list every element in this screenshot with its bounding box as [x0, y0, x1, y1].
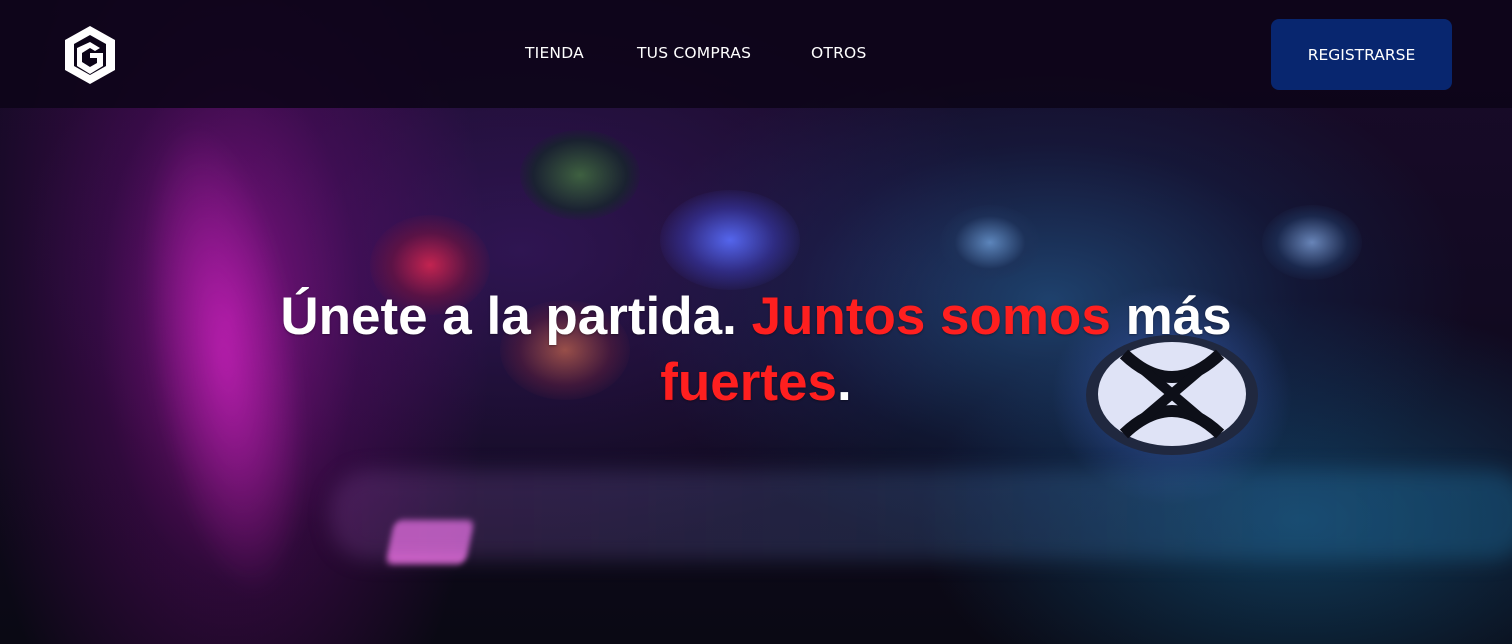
nav-link-tienda[interactable]: TIENDA [525, 44, 584, 62]
cube-g-logo-icon[interactable] [62, 24, 118, 86]
hero-headline: Únete a la partida. Juntos somos más fue… [256, 284, 1256, 416]
button-y-icon [520, 130, 640, 220]
button-x-icon [660, 190, 800, 290]
nav-link-otros[interactable]: OTROS [811, 44, 866, 62]
headline-part-1: Únete a la partida. [280, 287, 752, 346]
register-button-label: REGISTRARSE [1307, 45, 1416, 64]
register-button[interactable]: REGISTRARSE [1271, 19, 1452, 90]
headline-accent-2: fuertes [660, 353, 837, 412]
headline-part-2: más [1110, 287, 1232, 346]
headline-accent-1: Juntos somos [751, 287, 1111, 346]
nav-link-tus-compras[interactable]: TUS COMPRAS [637, 44, 751, 62]
controller-body-edge [330, 470, 1512, 560]
view-button-icon [940, 205, 1040, 280]
top-navigation-bar: TIENDA TUS COMPRAS OTROS REGISTRARSE [0, 0, 1512, 108]
menu-button-icon [1262, 205, 1362, 280]
headline-part-3: . [837, 353, 852, 412]
